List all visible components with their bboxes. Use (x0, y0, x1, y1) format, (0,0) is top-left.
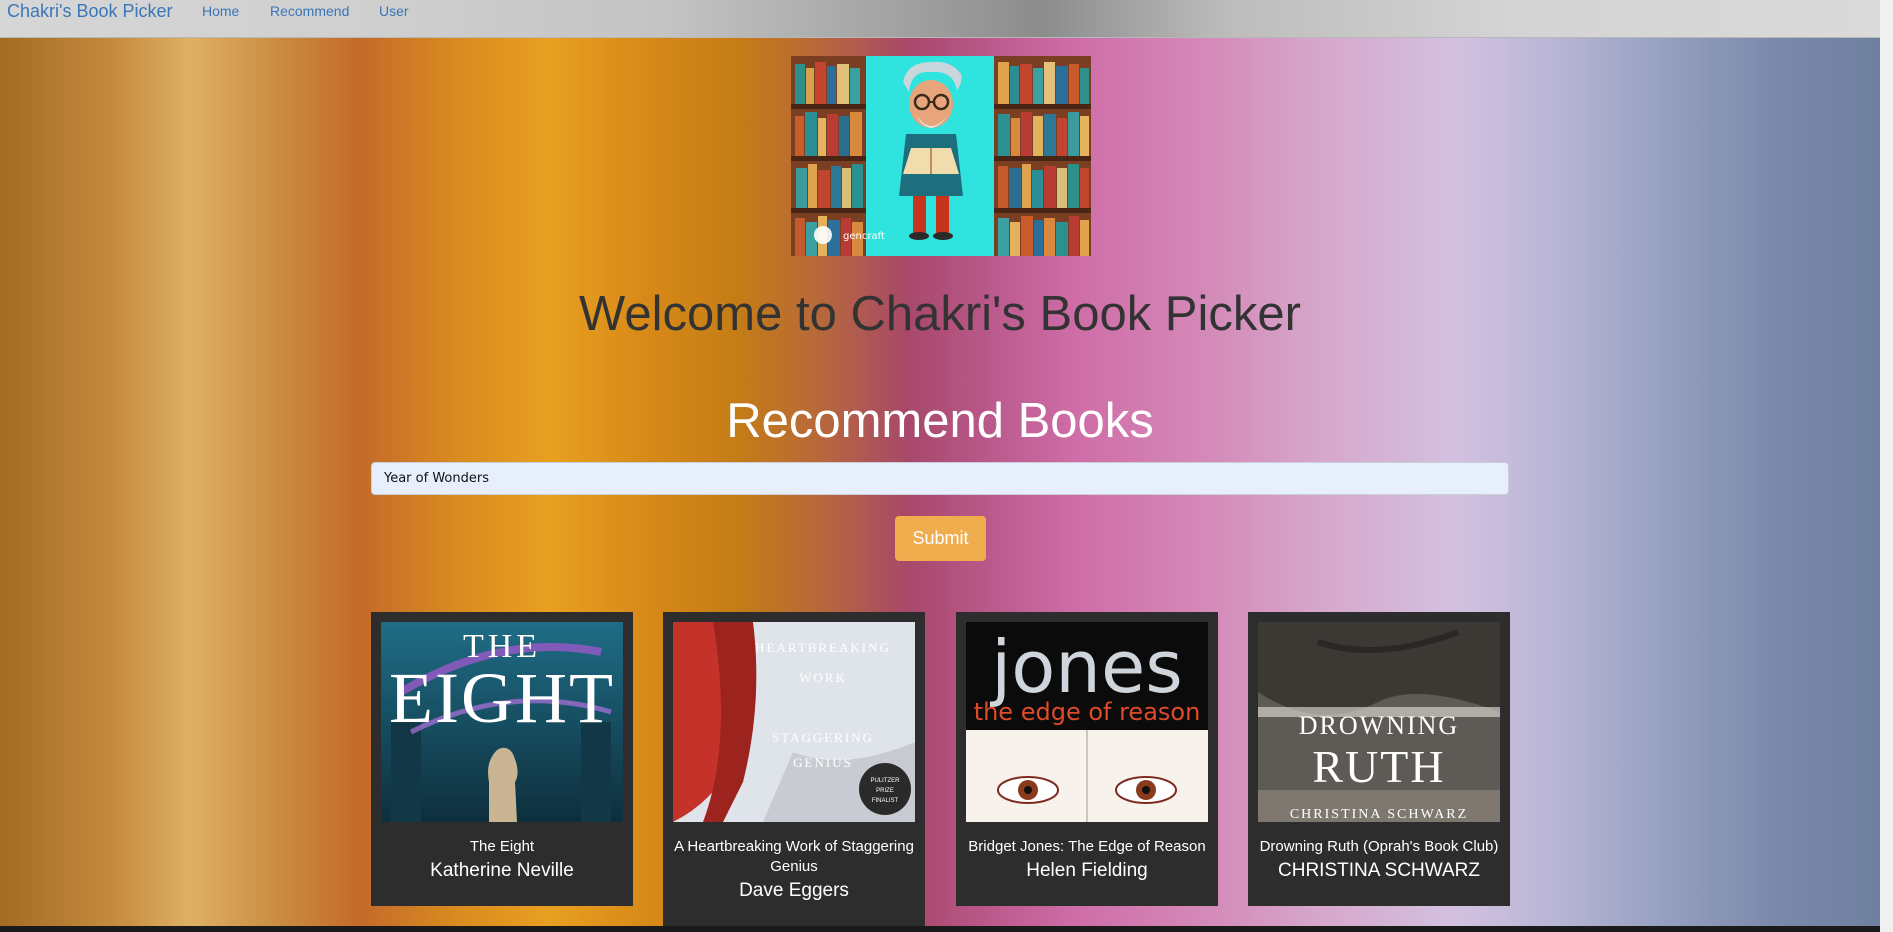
book-cover-image: THE EIGHT (381, 622, 623, 822)
svg-text:the edge of reason: the edge of reason (974, 698, 1201, 726)
book-title: Drowning Ruth (Oprah's Book Club) (1259, 838, 1499, 855)
svg-text:FINALIST: FINALIST (872, 798, 899, 804)
page-background: Chakri's Book Picker Home Recommend User (0, 0, 1893, 932)
book-author: Helen Fielding (1026, 860, 1148, 881)
svg-text:PRIZE: PRIZE (876, 788, 894, 794)
welcome-heading: Welcome to Chakri's Book Picker (579, 287, 1301, 341)
nav-user-link[interactable]: User (379, 3, 409, 19)
navbar: Chakri's Book Picker Home Recommend User (0, 0, 1893, 38)
book-author: CHRISTINA SCHWARZ (1278, 860, 1480, 881)
book-card[interactable]: THE EIGHT The Eight Katherine Neville (371, 612, 633, 906)
book-cover-image: DROWNING RUTH CHRISTINA SCHWARZ (1258, 622, 1500, 822)
submit-button[interactable]: Submit (895, 516, 986, 561)
hero-illustration: gencraft (791, 56, 1091, 256)
svg-text:GENIUS: GENIUS (793, 755, 853, 770)
svg-text:CHRISTINA SCHWARZ: CHRISTINA SCHWARZ (1290, 807, 1468, 822)
book-card[interactable]: HEARTBREAKING WORK STAGGERING GENIUS PUL… (663, 612, 925, 932)
svg-text:RUTH: RUTH (1312, 741, 1445, 792)
book-search-input[interactable] (371, 462, 1509, 495)
svg-text:PULITZER: PULITZER (870, 778, 900, 784)
book-card[interactable]: DROWNING RUTH CHRISTINA SCHWARZ Drowning… (1248, 612, 1510, 906)
book-title: Bridget Jones: The Edge of Reason (968, 838, 1206, 855)
left-books (791, 62, 866, 256)
book-cover-image: HEARTBREAKING WORK STAGGERING GENIUS PUL… (673, 622, 915, 822)
right-books (994, 62, 1091, 256)
book-cover-image: jones the edge of reason (966, 622, 1208, 822)
book-title: A Heartbreaking Work of Staggering Geniu… (674, 838, 914, 875)
svg-text:DROWNING: DROWNING (1299, 711, 1459, 740)
book-card[interactable]: jones the edge of reason Bridget Jones: … (956, 612, 1218, 906)
bottom-strip (0, 926, 1893, 932)
svg-text:EIGHT: EIGHT (389, 658, 615, 738)
svg-text:gencraft: gencraft (843, 231, 885, 242)
nav-recommend-link[interactable]: Recommend (270, 3, 349, 19)
book-title: The Eight (469, 838, 535, 855)
book-author: Dave Eggers (739, 880, 849, 901)
svg-text:jones: jones (989, 625, 1183, 709)
svg-text:STAGGERING: STAGGERING (772, 730, 874, 745)
svg-text:HEARTBREAKING: HEARTBREAKING (755, 640, 891, 655)
svg-text:WORK: WORK (799, 670, 847, 685)
nav-home-link[interactable]: Home (202, 3, 239, 19)
recommend-heading: Recommend Books (726, 394, 1154, 448)
book-author: Katherine Neville (430, 860, 574, 881)
vertical-scrollbar[interactable] (1880, 0, 1893, 932)
brand-link[interactable]: Chakri's Book Picker (7, 1, 173, 22)
